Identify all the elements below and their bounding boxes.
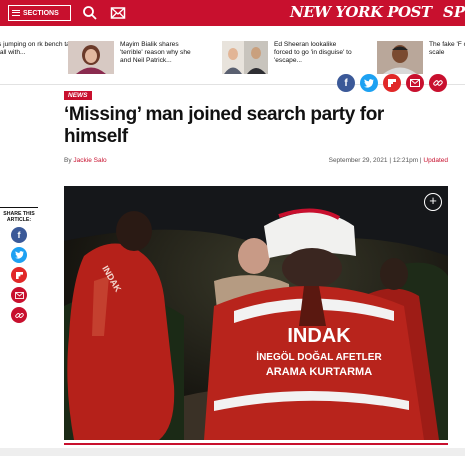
- sections-menu-button[interactable]: SECTIONS: [8, 5, 71, 21]
- share-bar-side: SHARE THIS ARTICLE: f: [0, 207, 38, 323]
- ticker-text: Mayim Bialik shares 'terrible' reason wh…: [120, 41, 191, 64]
- section-logo-partial[interactable]: SP: [443, 3, 465, 21]
- share-label: SHARE THIS ARTICLE:: [0, 207, 38, 223]
- sections-label: SECTIONS: [23, 9, 59, 17]
- ticker-item[interactable]: The fake 'F outrage m the scale: [377, 41, 465, 74]
- author-link[interactable]: Jackie Salo: [73, 157, 106, 164]
- ticker-text: s jumping on rk bench tal fall with...: [0, 41, 72, 56]
- email-share-icon[interactable]: [406, 74, 424, 92]
- flipboard-icon[interactable]: [383, 74, 401, 92]
- ticker-thumbnail: [222, 41, 268, 74]
- updated-link[interactable]: Updated: [423, 157, 448, 164]
- top-nav-bar: SECTIONS NEW YORK POST SP: [0, 0, 465, 26]
- jacket-text-main: INDAK: [287, 325, 351, 347]
- jacket-text-sub2: ARAMA KURTARMA: [266, 366, 372, 378]
- site-logo[interactable]: NEW YORK POST: [290, 3, 432, 21]
- ticker-item[interactable]: Mayim Bialik shares 'terrible' reason wh…: [68, 41, 200, 74]
- section-badge[interactable]: NEWS: [64, 91, 92, 100]
- byline-prefix: By: [64, 157, 72, 164]
- expand-image-icon[interactable]: +: [424, 193, 442, 211]
- ticker-text: The fake 'F outrage m the scale: [429, 41, 465, 56]
- email-icon[interactable]: [110, 5, 126, 21]
- link-icon[interactable]: [11, 307, 27, 323]
- article-headline: ‘Missing’ man joined search party for hi…: [64, 104, 384, 147]
- ticker-text: Ed Sheeran lookalike forced to go 'in di…: [274, 41, 352, 64]
- publish-date: September 29, 2021 | 12:21pm |: [328, 157, 422, 164]
- hamburger-icon: [12, 10, 20, 16]
- email-share-icon[interactable]: [11, 287, 27, 303]
- jacket-text-sub: İNEGÖL DOĞAL AFETLER: [256, 350, 382, 363]
- twitter-icon[interactable]: [360, 74, 378, 92]
- flipboard-icon[interactable]: [11, 267, 27, 283]
- search-icon[interactable]: [82, 5, 98, 21]
- link-icon[interactable]: [429, 74, 447, 92]
- dateline: September 29, 2021 | 12:21pm | Updated: [329, 157, 448, 164]
- share-bar-top: f: [337, 74, 447, 92]
- hero-image[interactable]: INDAK İNEGÖL DOĞAL AFETLER ARAMA KURTARM…: [64, 186, 448, 440]
- facebook-icon[interactable]: f: [337, 74, 355, 92]
- ticker-thumbnail: [68, 41, 114, 74]
- caption-divider: [64, 443, 448, 445]
- page-bottom-strip: [0, 448, 465, 456]
- facebook-icon[interactable]: f: [11, 227, 27, 243]
- ticker-thumbnail: [377, 41, 423, 74]
- ticker-item[interactable]: s jumping on rk bench tal fall with...: [0, 41, 78, 57]
- twitter-icon[interactable]: [11, 247, 27, 263]
- ticker-item[interactable]: Ed Sheeran lookalike forced to go 'in di…: [222, 41, 354, 74]
- byline: By Jackie Salo: [64, 157, 107, 164]
